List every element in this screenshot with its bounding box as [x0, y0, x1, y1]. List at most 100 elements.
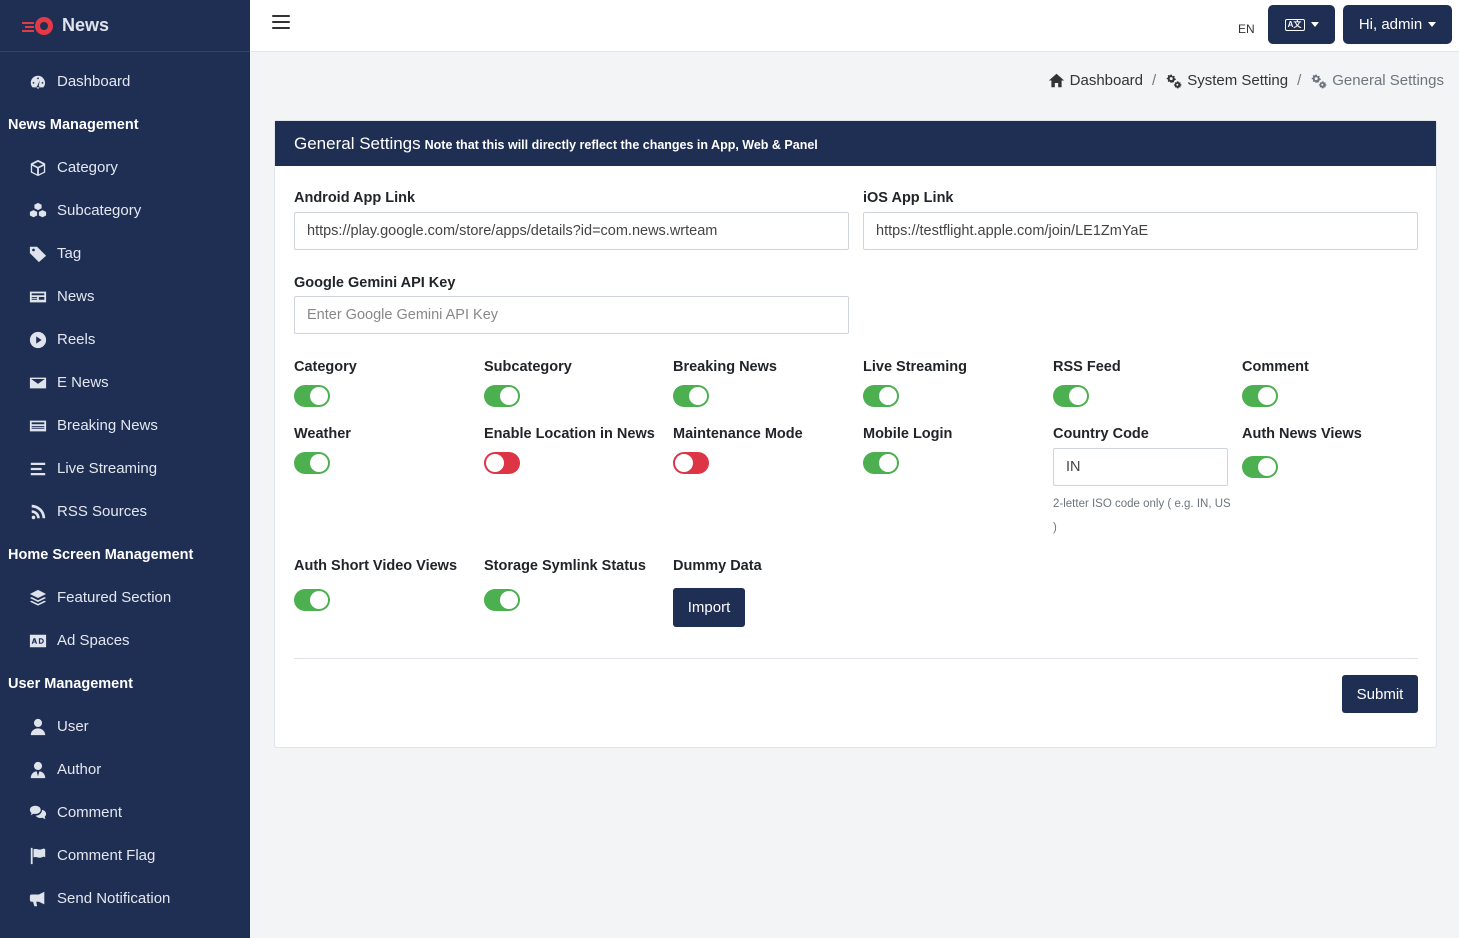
- sidebar-item-ad-spaces[interactable]: Ad Spaces: [0, 619, 250, 662]
- play-circle-icon: [28, 330, 48, 350]
- ios-app-link-label: iOS App Link: [863, 190, 954, 206]
- sidebar-item-category[interactable]: Category: [0, 146, 250, 189]
- auth-news-views-toggle[interactable]: [1242, 456, 1278, 478]
- country-code-input[interactable]: [1053, 448, 1228, 486]
- auth-short-video-views-toggle[interactable]: [294, 589, 330, 611]
- breadcrumb-system-setting[interactable]: System Setting: [1165, 72, 1288, 89]
- maintenance-mode-toggle-label: Maintenance Mode: [673, 426, 803, 442]
- breaking-news-toggle-label: Breaking News: [673, 359, 777, 375]
- sidebar-item-label: RSS Sources: [57, 503, 148, 520]
- layers-icon: [28, 588, 48, 608]
- gemini-api-key-input[interactable]: [294, 296, 849, 334]
- sidebar-item-featured-section[interactable]: Featured Section: [0, 576, 250, 619]
- breadcrumb-dashboard[interactable]: Dashboard: [1048, 72, 1143, 89]
- sidebar-item-label: News: [57, 288, 95, 305]
- divider: [294, 658, 1418, 659]
- sidebar-item-tag[interactable]: Tag: [0, 232, 250, 275]
- breadcrumb-separator: /: [1152, 72, 1157, 89]
- sidebar-item-label: Reels: [57, 331, 96, 348]
- envelope-icon: [28, 373, 48, 393]
- chevron-down-icon: [1428, 22, 1437, 27]
- breadcrumb-general-settings-label: General Settings: [1332, 72, 1444, 89]
- stream-icon: [28, 459, 48, 479]
- brand[interactable]: News: [0, 0, 250, 52]
- sidebar-item-label: Dashboard: [57, 73, 131, 90]
- auth-short-video-views-toggle-label: Auth Short Video Views: [294, 558, 458, 574]
- weather-toggle[interactable]: [294, 452, 330, 474]
- rss-feed-toggle[interactable]: [1053, 385, 1089, 407]
- sidebar-item-label: Breaking News: [57, 417, 158, 434]
- sidebar-item-reels[interactable]: Reels: [0, 318, 250, 361]
- sidebar-item-rss-sources[interactable]: RSS Sources: [0, 490, 250, 533]
- sidebar-item-label: Tag: [57, 245, 82, 262]
- user-menu-button[interactable]: Hi, admin: [1343, 5, 1452, 44]
- bullhorn-icon: [28, 889, 48, 909]
- dashboard-icon: [28, 72, 48, 92]
- cubes-icon: [28, 201, 48, 221]
- user-icon: [28, 717, 48, 737]
- sidebar-item-label: Comment Flag: [57, 847, 156, 864]
- dummy-data-label: Dummy Data: [673, 558, 762, 574]
- submit-button[interactable]: Submit: [1342, 675, 1418, 713]
- flag-icon: [28, 846, 48, 866]
- mobile-login-toggle[interactable]: [863, 452, 899, 474]
- card-title: General Settings: [294, 133, 421, 153]
- section-header-user-management: User Management: [8, 675, 133, 692]
- cube-icon: [28, 158, 48, 178]
- ios-app-link-input[interactable]: [863, 212, 1418, 250]
- sidebar-item-label: Ad Spaces: [57, 632, 130, 649]
- breaking-news-toggle[interactable]: [673, 385, 709, 407]
- sidebar-item-user[interactable]: User: [0, 705, 250, 748]
- sidebar-item-breaking-news[interactable]: Breaking News: [0, 404, 250, 447]
- language-code: EN: [1238, 22, 1255, 36]
- maintenance-mode-toggle[interactable]: [673, 452, 709, 474]
- breadcrumb: Dashboard / System Setting / General Set…: [1048, 72, 1444, 89]
- sidebar-item-dashboard[interactable]: Dashboard: [0, 60, 250, 103]
- import-button[interactable]: Import: [673, 588, 745, 627]
- comment-toggle-label: Comment: [1242, 359, 1309, 375]
- country-code-label: Country Code: [1053, 426, 1149, 442]
- breadcrumb-system-setting-label: System Setting: [1187, 72, 1289, 89]
- sidebar-item-e-news[interactable]: E News: [0, 361, 250, 404]
- gemini-api-key-label: Google Gemini API Key: [294, 275, 456, 291]
- user-tie-icon: [28, 760, 48, 780]
- language-dropdown-button[interactable]: A文: [1268, 5, 1335, 44]
- live-streaming-toggle-label: Live Streaming: [863, 359, 967, 375]
- newspaper-icon: [28, 287, 48, 307]
- android-app-link-input[interactable]: [294, 212, 849, 250]
- weather-toggle-label: Weather: [294, 426, 351, 442]
- sidebar-item-comment[interactable]: Comment: [0, 791, 250, 834]
- category-toggle-label: Category: [294, 359, 357, 375]
- general-settings-card: General Settings Note that this will dir…: [274, 120, 1437, 748]
- live-streaming-toggle[interactable]: [863, 385, 899, 407]
- sidebar-item-label: Comment: [57, 804, 123, 821]
- storage-symlink-toggle[interactable]: [484, 589, 520, 611]
- gears-icon: [1311, 74, 1327, 89]
- category-toggle[interactable]: [294, 385, 330, 407]
- country-code-help: 2-letter ISO code only ( e.g. IN, US ): [1053, 498, 1231, 534]
- enable-location-toggle[interactable]: [484, 452, 520, 474]
- sidebar-item-comment-flag[interactable]: Comment Flag: [0, 834, 250, 877]
- enable-location-toggle-label: Enable Location in News: [484, 426, 655, 442]
- sidebar-item-label: Send Notification: [57, 890, 171, 907]
- section-header-home-screen-management: Home Screen Management: [8, 546, 194, 563]
- auth-news-views-toggle-label: Auth News Views: [1242, 426, 1362, 442]
- sidebar-item-label: Category: [57, 159, 118, 176]
- sidebar-nav: Dashboard News Management Category Subca…: [0, 52, 250, 920]
- card-note: Note that this will directly reflect the…: [424, 137, 818, 152]
- top-navbar: EN A文 Hi, admin: [250, 0, 1459, 52]
- sidebar-item-label: Featured Section: [57, 589, 172, 606]
- sidebar: News Dashboard News Management Category …: [0, 0, 250, 938]
- comment-toggle[interactable]: [1242, 385, 1278, 407]
- sidebar-item-send-notification[interactable]: Send Notification: [0, 877, 250, 920]
- sidebar-item-subcategory[interactable]: Subcategory: [0, 189, 250, 232]
- sidebar-item-news[interactable]: News: [0, 275, 250, 318]
- subcategory-toggle[interactable]: [484, 385, 520, 407]
- sidebar-item-live-streaming[interactable]: Live Streaming: [0, 447, 250, 490]
- sidebar-item-author[interactable]: Author: [0, 748, 250, 791]
- storage-symlink-toggle-label: Storage Symlink Status: [484, 558, 646, 574]
- menu-toggle-icon[interactable]: [272, 15, 290, 33]
- mobile-login-toggle-label: Mobile Login: [863, 426, 953, 442]
- sidebar-item-label: Author: [57, 761, 102, 778]
- chevron-down-icon: [1310, 22, 1319, 27]
